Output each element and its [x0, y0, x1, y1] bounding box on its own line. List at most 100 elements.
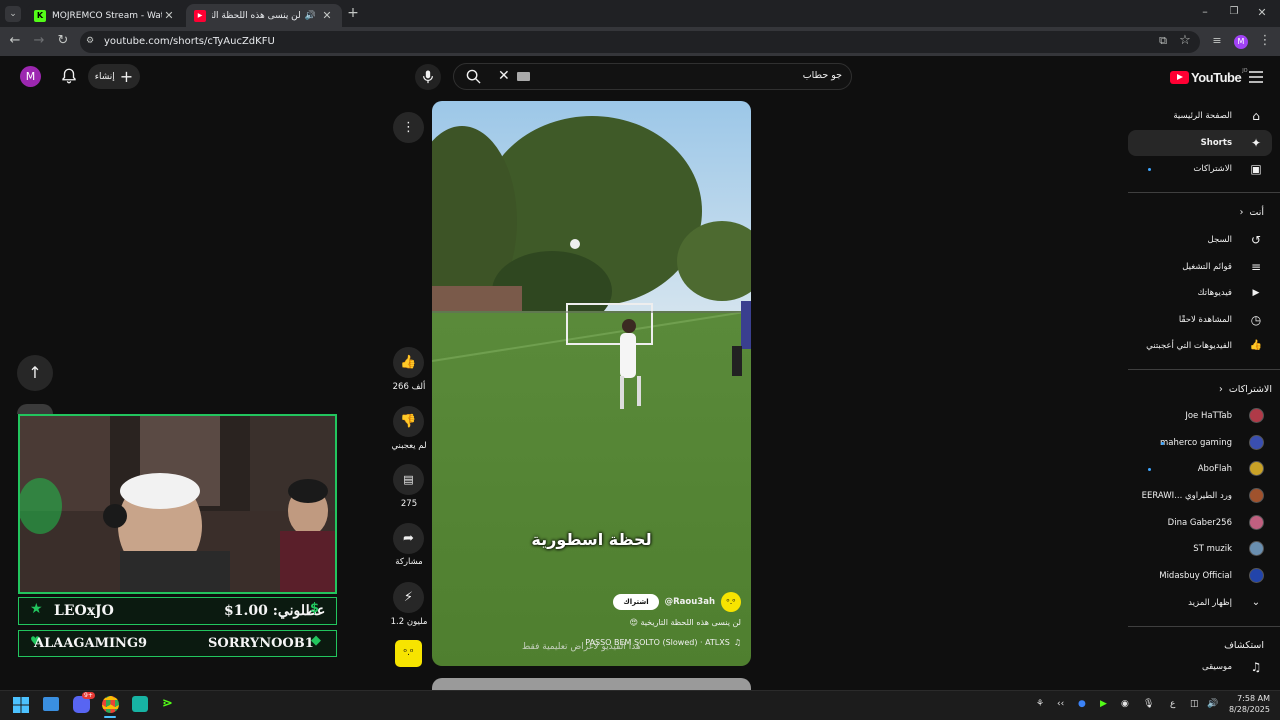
sidebar-sub-eerawi[interactable]: EERAWI... ورد الطيراوي [1128, 483, 1280, 509]
sidebar-item-shorts[interactable]: ✦ Shorts [1128, 130, 1272, 156]
sidebar-item-history[interactable]: ↺ السجل [1128, 227, 1280, 253]
kebab-menu-icon[interactable]: ⋮ [1257, 33, 1273, 49]
install-app-icon[interactable]: ⧉ [1155, 33, 1171, 49]
comment-icon: ▤ [403, 473, 414, 486]
sidebar-item-liked-videos[interactable]: 👍 الفيديوهات التي أعجبتني [1128, 333, 1280, 359]
sidebar-item-your-videos[interactable]: ▶ فيديوهاتك [1128, 280, 1280, 306]
overlay-name-1: LEOxJO [54, 603, 114, 619]
create-button[interactable]: إنشاء + [88, 64, 140, 89]
bookmark-star-icon[interactable]: ☆ [1177, 33, 1193, 49]
notifications-bell-icon[interactable] [60, 67, 78, 85]
tab-title: لن ينسى هذه اللحظة التاريخية [212, 10, 301, 21]
history-icon: ↺ [1250, 233, 1262, 247]
back-arrow-icon[interactable]: ← [7, 33, 23, 49]
show-more-button[interactable]: ⌄ إظهار المزيد [1128, 590, 1280, 616]
clock[interactable]: 7:58 AM 8/28/2025 [1226, 693, 1270, 715]
sidebar-item-subscriptions[interactable]: ▣ الاشتراكات [1128, 156, 1280, 182]
steam-icon[interactable]: ◉ [1121, 699, 1129, 709]
sidebar-sub-midasbuy[interactable]: Midasbuy Official [1128, 563, 1280, 589]
tray-kick-icon[interactable]: ▶ [1100, 699, 1107, 709]
next-short-preview[interactable] [432, 678, 751, 690]
remix-button[interactable]: ⚡ [393, 582, 424, 613]
subscriptions-section-header[interactable]: › الاشتراكات [1219, 384, 1272, 395]
language-indicator[interactable]: ع [1170, 699, 1175, 709]
close-icon[interactable]: ✕ [320, 9, 334, 22]
youtube-favicon-icon: ▶ [194, 9, 206, 22]
sidebar-sub-dina-gaber[interactable]: Dina Gaber256 [1128, 510, 1280, 536]
search-icon[interactable] [466, 69, 482, 85]
channel-avatar[interactable]: ᵒ.ᵒ [721, 592, 741, 612]
microphone-icon[interactable]: 🎙 [1143, 699, 1154, 709]
profile-avatar[interactable]: M [1234, 35, 1248, 49]
tray-app-icon[interactable]: ⚘ [1036, 699, 1044, 709]
tab-search-button[interactable]: ⌄ [5, 6, 21, 22]
site-info-icon[interactable]: ⚙ [86, 36, 94, 46]
voice-search-button[interactable] [415, 64, 441, 90]
plus-icon: + [119, 66, 134, 86]
reading-list-icon[interactable]: ≡ [1209, 33, 1225, 49]
taskbar [0, 690, 1280, 720]
subscribe-button[interactable]: اشتراك [613, 594, 659, 610]
more-options-button[interactable]: ⋮ [393, 112, 424, 143]
tray-app-icon[interactable]: ● [1078, 699, 1086, 709]
clear-search-icon[interactable]: ✕ [498, 68, 510, 84]
divider [1128, 626, 1280, 627]
next-short-button[interactable] [17, 404, 53, 414]
comments-button[interactable]: ▤ [393, 464, 424, 495]
youtube-account-avatar[interactable]: M [20, 66, 41, 87]
sidebar-sub-st-muzik[interactable]: ST muzik [1128, 536, 1280, 562]
sidebar-item-label: maherco gaming [1159, 438, 1232, 448]
short-video-player[interactable]: لحظة اسطورية اشتراك @Raou3ah ᵒ.ᵒ لن ينسى… [432, 101, 751, 666]
channel-avatar [1249, 568, 1264, 583]
sidebar-sub-aboflah[interactable]: AboFlah [1128, 456, 1280, 482]
kick-app-icon[interactable]: ⋗ [162, 696, 176, 712]
sidebar-item-label: الاشتراكات [1193, 164, 1232, 174]
forward-arrow-icon[interactable]: → [31, 33, 47, 49]
sidebar-item-playlists[interactable]: ≡ قوائم التشغيل [1128, 254, 1280, 280]
tray-overflow-icon[interactable]: ‹‹ [1057, 699, 1064, 709]
url-text[interactable]: youtube.com/shorts/cTyAucZdKFU [104, 36, 275, 47]
close-window-button[interactable]: ✕ [1254, 6, 1270, 22]
volume-icon[interactable]: 🔊 [1207, 699, 1218, 709]
close-icon[interactable]: ✕ [162, 9, 176, 22]
you-section-header[interactable]: › أنت [1240, 207, 1264, 218]
streaming-app-icon[interactable] [132, 696, 148, 712]
like-button[interactable]: 👍 [393, 347, 424, 378]
sidebar-item-label: قوائم التشغيل [1182, 262, 1232, 272]
sidebar-item-label: الفيديوهات التي أعجبتني [1146, 341, 1232, 351]
dislike-button[interactable]: 👎 [393, 406, 424, 437]
youtube-logo-text: YouTube [1191, 69, 1242, 85]
reload-icon[interactable]: ↻ [55, 33, 71, 49]
sidebar-item-music[interactable]: ♫ موسيقى [1128, 654, 1280, 680]
new-content-dot [1148, 168, 1151, 171]
sidebar-sub-maherco-gaming[interactable]: maherco gaming [1128, 430, 1280, 456]
sound-thumbnail[interactable]: ᵒ.ᵒ [395, 640, 422, 667]
search-query-text[interactable]: جو حطاب [700, 70, 842, 81]
share-button[interactable]: ➦ [393, 523, 424, 554]
tab-mojremco[interactable]: K MOJREMCO Stream - Watch Li ✕ [26, 4, 184, 27]
sidebar-item-home[interactable]: ⌂ الصفحة الرئيسية [1128, 103, 1280, 129]
sidebar-item-label: المشاهدة لاحقًا [1178, 315, 1232, 325]
file-explorer-icon[interactable] [43, 697, 59, 711]
sidebar-item-label: AboFlah [1197, 464, 1232, 474]
previous-short-button[interactable]: ↑ [17, 355, 53, 391]
windows-start-icon[interactable] [13, 697, 29, 713]
chrome-icon[interactable] [102, 696, 119, 713]
chevron-down-icon: ⌄ [1251, 597, 1261, 608]
keyboard-icon[interactable] [517, 72, 530, 81]
minimize-button[interactable]: – [1196, 5, 1214, 21]
short-title[interactable]: لن ينسى هذه اللحظة التاريخية 😍 [630, 618, 741, 627]
tab-youtube-short[interactable]: ▶ لن ينسى هذه اللحظة التاريخية 🔊 ✕ [186, 4, 342, 27]
new-tab-button[interactable]: + [346, 6, 360, 20]
channel-avatar [1249, 435, 1264, 450]
channel-avatar [1249, 408, 1264, 423]
network-icon[interactable]: ◫ [1190, 699, 1199, 709]
youtube-logo[interactable]: YouTube JO [1170, 68, 1248, 86]
channel-handle[interactable]: @Raou3ah [665, 597, 715, 607]
sidebar-sub-joe-hattab[interactable]: Joe HaTTab [1128, 403, 1280, 429]
speaker-icon[interactable]: 🔊 [305, 11, 316, 21]
sidebar-item-watch-later[interactable]: ◷ المشاهدة لاحقًا [1128, 307, 1280, 333]
restore-button[interactable]: ❐ [1226, 6, 1242, 22]
hamburger-menu-icon[interactable] [1248, 69, 1264, 83]
kick-favicon-icon: K [34, 9, 46, 22]
